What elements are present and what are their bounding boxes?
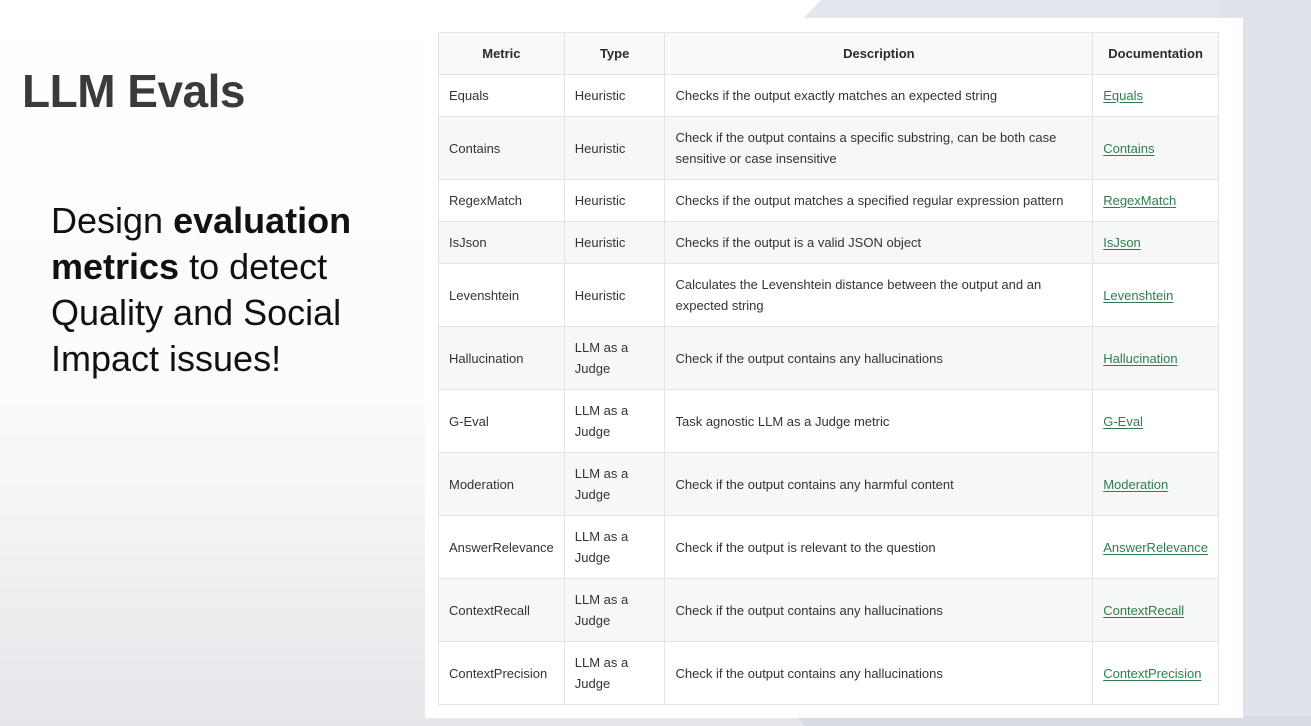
metric-cell: AnswerRelevance — [438, 515, 565, 579]
doc-cell: ContextRecall — [1092, 578, 1219, 642]
table-row: G-Eval LLM as a Judge Task agnostic LLM … — [438, 389, 1219, 453]
table-row: ContextPrecision LLM as a Judge Check if… — [438, 641, 1219, 705]
type-cell: Heuristic — [563, 179, 666, 222]
doc-cell: Contains — [1092, 116, 1219, 180]
table-row: Contains Heuristic Check if the output c… — [438, 116, 1219, 180]
description-cell: Task agnostic LLM as a Judge metric — [664, 389, 1094, 453]
type-cell: LLM as a Judge — [563, 641, 666, 705]
metric-cell: Hallucination — [438, 326, 565, 390]
header-description: Description — [664, 32, 1094, 75]
metric-cell: Moderation — [438, 452, 565, 516]
type-cell: LLM as a Judge — [563, 389, 666, 453]
doc-cell: G-Eval — [1092, 389, 1219, 453]
metric-cell: IsJson — [438, 221, 565, 264]
doc-cell: Equals — [1092, 74, 1219, 117]
type-cell: LLM as a Judge — [563, 515, 666, 579]
subtitle-part-1: Design — [51, 200, 174, 241]
header-documentation: Documentation — [1092, 32, 1219, 75]
description-cell: Check if the output contains a specific … — [664, 116, 1094, 180]
doc-link-answerrelevance[interactable]: AnswerRelevance — [1103, 540, 1208, 555]
doc-link-moderation[interactable]: Moderation — [1103, 477, 1168, 492]
type-cell: LLM as a Judge — [563, 326, 666, 390]
doc-cell: Moderation — [1092, 452, 1219, 516]
doc-link-regexmatch[interactable]: RegexMatch — [1103, 193, 1176, 208]
doc-cell: RegexMatch — [1092, 179, 1219, 222]
metrics-table: Metric Type Description Documentation Eq… — [438, 32, 1219, 705]
metric-cell: G-Eval — [438, 389, 565, 453]
header-metric: Metric — [438, 32, 565, 75]
description-cell: Checks if the output matches a specified… — [664, 179, 1094, 222]
slide-subtitle: Design evaluation metrics to detect Qual… — [51, 198, 391, 382]
doc-link-contains[interactable]: Contains — [1103, 141, 1154, 156]
table-row: Hallucination LLM as a Judge Check if th… — [438, 326, 1219, 390]
doc-link-isjson[interactable]: IsJson — [1103, 235, 1141, 250]
description-cell: Check if the output contains any halluci… — [664, 578, 1094, 642]
table-row: ContextRecall LLM as a Judge Check if th… — [438, 578, 1219, 642]
table-row: RegexMatch Heuristic Checks if the outpu… — [438, 179, 1219, 222]
metric-cell: Contains — [438, 116, 565, 180]
doc-link-contextrecall[interactable]: ContextRecall — [1103, 603, 1184, 618]
metric-cell: Equals — [438, 74, 565, 117]
type-cell: Heuristic — [563, 116, 666, 180]
description-cell: Check if the output is relevant to the q… — [664, 515, 1094, 579]
description-cell: Checks if the output is a valid JSON obj… — [664, 221, 1094, 264]
doc-cell: Levenshtein — [1092, 263, 1219, 327]
metric-cell: ContextRecall — [438, 578, 565, 642]
description-cell: Check if the output contains any harmful… — [664, 452, 1094, 516]
table-row: AnswerRelevance LLM as a Judge Check if … — [438, 515, 1219, 579]
doc-cell: ContextPrecision — [1092, 641, 1219, 705]
page-title: LLM Evals — [22, 65, 246, 117]
type-cell: LLM as a Judge — [563, 452, 666, 516]
type-cell: Heuristic — [563, 74, 666, 117]
table-row: Equals Heuristic Checks if the output ex… — [438, 74, 1219, 117]
type-cell: Heuristic — [563, 263, 666, 327]
metric-cell: RegexMatch — [438, 179, 565, 222]
metric-cell: Levenshtein — [438, 263, 565, 327]
table-row: IsJson Heuristic Checks if the output is… — [438, 221, 1219, 264]
header-type: Type — [563, 32, 666, 75]
doc-link-hallucination[interactable]: Hallucination — [1103, 351, 1177, 366]
description-cell: Check if the output contains any halluci… — [664, 326, 1094, 390]
doc-cell: Hallucination — [1092, 326, 1219, 390]
doc-cell: AnswerRelevance — [1092, 515, 1219, 579]
type-cell: LLM as a Judge — [563, 578, 666, 642]
doc-link-g-eval[interactable]: G-Eval — [1103, 414, 1143, 429]
description-cell: Checks if the output exactly matches an … — [664, 74, 1094, 117]
doc-link-equals[interactable]: Equals — [1103, 88, 1143, 103]
table-row: Levenshtein Heuristic Calculates the Lev… — [438, 263, 1219, 327]
metric-cell: ContextPrecision — [438, 641, 565, 705]
table-row: Moderation LLM as a Judge Check if the o… — [438, 452, 1219, 516]
metrics-table-panel: Metric Type Description Documentation Eq… — [425, 18, 1243, 718]
doc-cell: IsJson — [1092, 221, 1219, 264]
type-cell: Heuristic — [563, 221, 666, 264]
doc-link-contextprecision[interactable]: ContextPrecision — [1103, 666, 1201, 681]
description-cell: Calculates the Levenshtein distance betw… — [664, 263, 1094, 327]
doc-link-levenshtein[interactable]: Levenshtein — [1103, 288, 1173, 303]
description-cell: Check if the output contains any halluci… — [664, 641, 1094, 705]
table-header-row: Metric Type Description Documentation — [438, 32, 1219, 75]
